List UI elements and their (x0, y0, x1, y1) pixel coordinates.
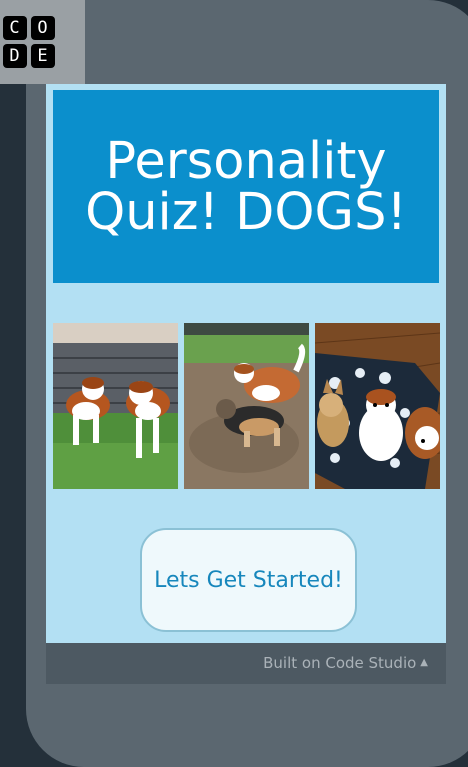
start-quiz-button[interactable]: Lets Get Started! (140, 528, 357, 632)
logo-letter: O (30, 16, 55, 40)
built-on-code-studio-link[interactable]: Built on Code Studio ▲ (263, 654, 428, 672)
title-banner: Personality Quiz! DOGS! (53, 90, 439, 283)
dogs-on-turf-photo (53, 323, 178, 489)
logo-letter: E (30, 44, 55, 68)
logo-letter: D (2, 44, 27, 68)
logo-letter: C (2, 16, 27, 40)
built-on-label: Built on Code Studio (263, 654, 417, 672)
page-title: Personality Quiz! DOGS! (85, 131, 407, 242)
dogs-in-house-photo (315, 323, 440, 489)
dogs-playing-photo (184, 323, 309, 489)
caret-up-icon: ▲ (420, 656, 428, 668)
app-screen: Personality Quiz! DOGS! Lets Get Started… (46, 84, 446, 643)
code-logo[interactable]: C O D D E (0, 0, 85, 84)
footer-bar: Built on Code Studio ▲ (46, 643, 446, 684)
